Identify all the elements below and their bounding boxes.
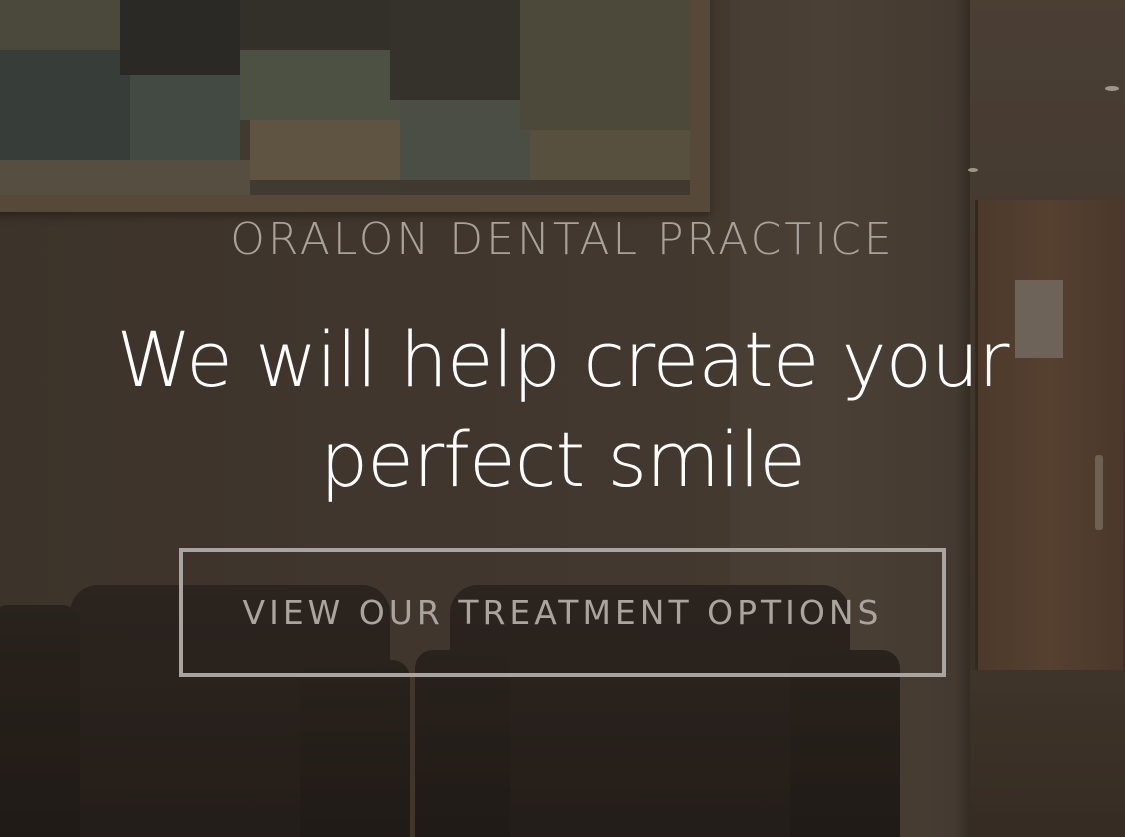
headline-line-1: We will help create your — [116, 315, 1009, 404]
cta-label: VIEW OUR TREATMENT OPTIONS — [242, 593, 883, 632]
hero-section: ORALON DENTAL PRACTICE We will help crea… — [0, 0, 1125, 837]
hero-content: ORALON DENTAL PRACTICE We will help crea… — [0, 0, 1125, 837]
practice-name: ORALON DENTAL PRACTICE — [230, 214, 895, 265]
hero-headline: We will help create your perfect smile — [0, 310, 1125, 510]
headline-line-2: perfect smile — [319, 415, 806, 504]
view-treatment-options-button[interactable]: VIEW OUR TREATMENT OPTIONS — [179, 548, 946, 677]
